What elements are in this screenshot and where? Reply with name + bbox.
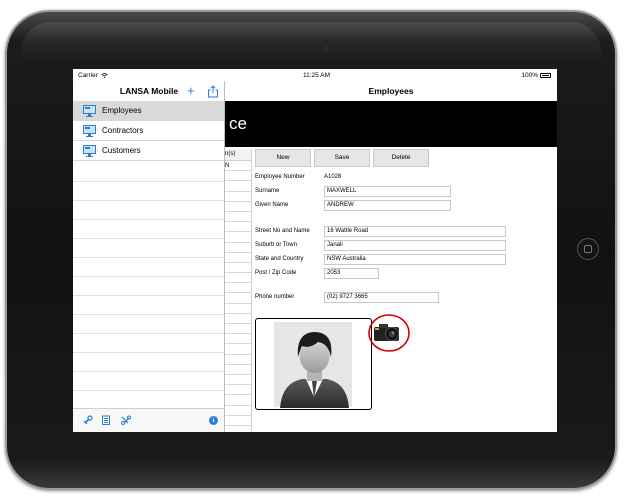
list-item[interactable] bbox=[225, 293, 251, 304]
list-item[interactable] bbox=[225, 192, 251, 202]
list-item[interactable] bbox=[225, 406, 251, 416]
list-item[interactable] bbox=[225, 273, 251, 284]
list-item[interactable] bbox=[225, 202, 251, 212]
monitor-icon bbox=[83, 105, 96, 117]
sidebar-row-divider bbox=[73, 238, 224, 239]
status-time: 11:25 AM bbox=[303, 72, 330, 79]
front-camera bbox=[323, 45, 329, 51]
state-label: State and Country bbox=[255, 256, 304, 262]
home-button[interactable] bbox=[577, 238, 599, 260]
status-bar: Carrier 11:25 AM 100% bbox=[73, 69, 557, 81]
street-field[interactable]: 16 Wattle Road bbox=[324, 226, 506, 237]
list-item[interactable] bbox=[225, 243, 251, 253]
share-icon[interactable] bbox=[207, 85, 219, 98]
camera-icon[interactable] bbox=[365, 312, 411, 354]
sidebar-toolbar: i bbox=[73, 408, 224, 432]
sidebar-row-divider bbox=[73, 219, 224, 220]
list-item[interactable] bbox=[225, 395, 251, 406]
sidebar-row-divider bbox=[73, 352, 224, 353]
list-item[interactable] bbox=[225, 263, 251, 274]
list-item[interactable] bbox=[225, 253, 251, 263]
sidebar-item-label: Contractors bbox=[102, 126, 144, 135]
list-item[interactable] bbox=[225, 171, 251, 182]
list-item[interactable] bbox=[225, 355, 251, 365]
phone-field[interactable]: (02) 9727 3665 bbox=[324, 292, 439, 303]
monitor-icon bbox=[83, 125, 96, 137]
nav-title: Employees bbox=[368, 86, 414, 96]
suburb-field[interactable]: Janali bbox=[324, 240, 506, 251]
list-item[interactable] bbox=[225, 283, 251, 294]
sidebar-item-label: Employees bbox=[102, 106, 142, 115]
info-icon[interactable]: i bbox=[209, 416, 218, 425]
add-button[interactable]: + bbox=[187, 84, 195, 97]
suburb-label: Suburb or Town bbox=[255, 242, 297, 248]
person-avatar-icon bbox=[280, 332, 349, 408]
save-button[interactable]: Save bbox=[314, 149, 370, 167]
list-item[interactable]: N bbox=[225, 161, 251, 172]
list-item[interactable] bbox=[225, 344, 251, 355]
employee-number-value: A1028 bbox=[324, 174, 342, 180]
document-icon[interactable] bbox=[101, 415, 111, 425]
sidebar-item-label: Customers bbox=[102, 146, 141, 155]
postcode-field[interactable]: 2053 bbox=[324, 268, 379, 279]
ipad-gloss bbox=[21, 22, 601, 62]
status-carrier: Carrier bbox=[78, 72, 108, 79]
employee-list: n(s) N bbox=[225, 149, 252, 432]
monitor-icon bbox=[83, 145, 96, 157]
banner: ce bbox=[225, 101, 557, 147]
sidebar-row-divider bbox=[73, 371, 224, 372]
sidebar-row-divider bbox=[73, 390, 224, 391]
employee-list-rows: N bbox=[225, 161, 251, 426]
sidebar-item-customers[interactable]: Customers bbox=[73, 141, 224, 161]
wrench-icon[interactable] bbox=[83, 415, 93, 425]
list-item[interactable] bbox=[225, 222, 251, 233]
sidebar-row-divider bbox=[73, 200, 224, 201]
sidebar-item-employees[interactable]: Employees bbox=[73, 101, 224, 121]
delete-button[interactable]: Delete bbox=[373, 149, 429, 167]
battery-icon bbox=[540, 72, 551, 78]
wifi-icon bbox=[100, 72, 108, 78]
new-button[interactable]: New bbox=[255, 149, 311, 167]
list-item[interactable] bbox=[225, 375, 251, 386]
banner-text: ce bbox=[229, 114, 247, 133]
status-battery: 100% bbox=[521, 72, 551, 79]
settings-icon[interactable] bbox=[121, 415, 131, 425]
sidebar: LANSA Mobile + Employees Contractors Cus… bbox=[73, 81, 225, 432]
ipad-screen: Carrier 11:25 AM 100% Employees ce n(s) … bbox=[73, 69, 557, 432]
list-item[interactable] bbox=[225, 365, 251, 375]
sidebar-row-divider bbox=[73, 333, 224, 334]
given-name-label: Given Name bbox=[255, 202, 289, 208]
sidebar-row-divider bbox=[73, 276, 224, 277]
employee-list-header: n(s) bbox=[225, 149, 251, 161]
sidebar-row-divider bbox=[73, 181, 224, 182]
street-label: Street No and Name bbox=[255, 228, 310, 234]
surname-label: Surname bbox=[255, 188, 280, 194]
list-item[interactable] bbox=[225, 304, 251, 314]
sidebar-row-divider bbox=[73, 257, 224, 258]
list-item[interactable] bbox=[225, 385, 251, 396]
phone-label: Phone number bbox=[255, 294, 295, 300]
surname-field[interactable]: MAXWELL bbox=[324, 186, 451, 197]
sidebar-row-divider bbox=[73, 295, 224, 296]
list-item[interactable] bbox=[225, 314, 251, 324]
list-item[interactable] bbox=[225, 212, 251, 223]
employee-number-label: Employee Number bbox=[255, 174, 305, 180]
list-item[interactable] bbox=[225, 181, 251, 192]
employee-photo[interactable] bbox=[255, 318, 372, 410]
list-item[interactable] bbox=[225, 334, 251, 345]
list-item[interactable] bbox=[225, 324, 251, 335]
given-name-field[interactable]: ANDREW bbox=[324, 200, 451, 211]
postcode-label: Post / Zip Code bbox=[255, 270, 297, 276]
app-title: LANSA Mobile bbox=[119, 86, 179, 96]
state-field[interactable]: NSW Australia bbox=[324, 254, 506, 265]
list-item[interactable] bbox=[225, 416, 251, 426]
sidebar-row-divider bbox=[73, 314, 224, 315]
list-item[interactable] bbox=[225, 232, 251, 243]
sidebar-item-contractors[interactable]: Contractors bbox=[73, 121, 224, 141]
